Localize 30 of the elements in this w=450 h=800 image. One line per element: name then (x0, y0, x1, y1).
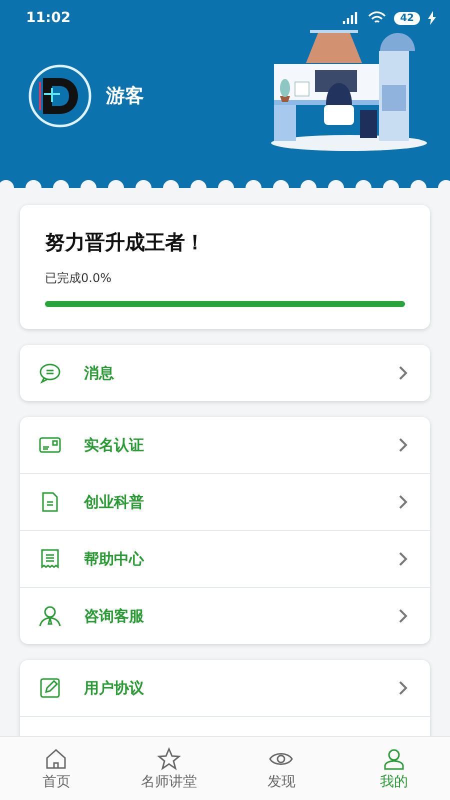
charging-icon (428, 11, 436, 25)
chevron-icon (398, 680, 408, 696)
chevron-icon (398, 551, 408, 567)
edit-icon (38, 676, 62, 700)
menu-item[interactable]: 用户协议 (20, 660, 430, 716)
user-icon (382, 746, 406, 770)
chevron-icon (398, 437, 408, 453)
chevron-icon (398, 365, 408, 381)
person-icon (38, 604, 62, 628)
nav-tab[interactable]: 发现 (225, 737, 338, 800)
user-name: 游客 (106, 84, 144, 109)
menu-item[interactable]: 咨询客服 (20, 587, 430, 644)
menu-item[interactable]: 创业科普 (20, 473, 430, 530)
nav-tab[interactable]: 我的 (338, 737, 450, 800)
chat-icon (38, 361, 62, 385)
battery-level: 42 (394, 12, 420, 24)
nav-tab[interactable]: 首页 (0, 737, 112, 800)
home-icon (44, 746, 68, 770)
menu-item[interactable]: 帮助中心 (20, 530, 430, 587)
nav-tab[interactable]: 名师讲堂 (112, 737, 225, 800)
star-icon (156, 746, 181, 770)
wifi-icon (368, 11, 386, 25)
progress-title: 努力晋升成王者！ (45, 229, 206, 256)
app-logo (28, 64, 92, 128)
status-time: 11:02 (26, 10, 71, 26)
menu-item[interactable]: 实名认证 (20, 417, 430, 473)
progress-caption: 已完成0.0% (45, 270, 112, 287)
chevron-icon (398, 608, 408, 624)
menu-item[interactable]: 消息 (20, 345, 430, 401)
chevron-icon (398, 494, 408, 510)
